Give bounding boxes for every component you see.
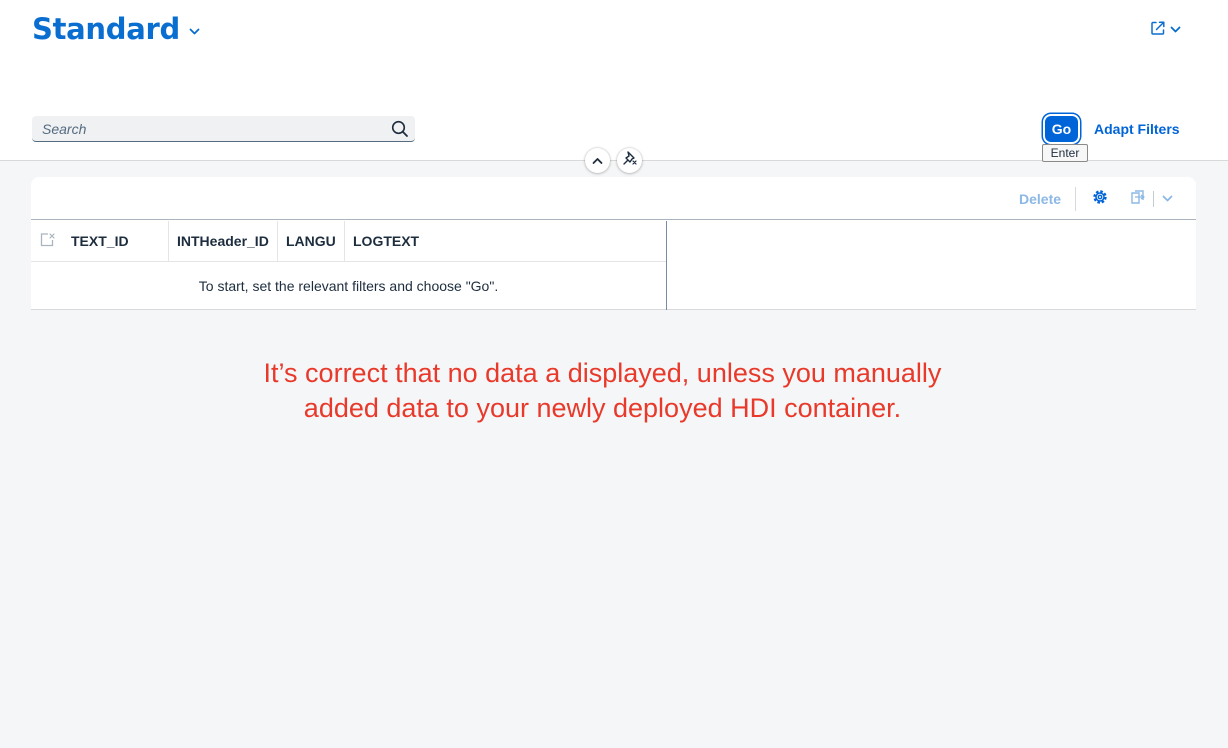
search-input[interactable] bbox=[32, 116, 385, 141]
chevron-up-icon bbox=[592, 152, 603, 170]
toolbar-separator bbox=[1075, 187, 1076, 211]
annotation-note: It’s correct that no data a displayed, u… bbox=[263, 358, 942, 423]
select-all-checkbox[interactable] bbox=[31, 221, 63, 261]
export-icon bbox=[1129, 188, 1147, 211]
column-header-text-id[interactable]: TEXT_ID bbox=[63, 221, 169, 261]
export-button[interactable] bbox=[1129, 189, 1183, 209]
share-button[interactable] bbox=[1150, 19, 1192, 41]
share-icon bbox=[1150, 20, 1166, 41]
data-table: TEXT_ID INTHeader_ID LANGU LOGTEXT To st… bbox=[31, 221, 667, 310]
variant-title: Standard bbox=[32, 12, 180, 46]
column-header-logtext[interactable]: LOGTEXT bbox=[345, 221, 666, 261]
select-all-icon bbox=[39, 232, 55, 251]
gear-icon bbox=[1091, 188, 1109, 211]
go-tooltip: Enter bbox=[1042, 144, 1088, 162]
chevron-down-icon[interactable] bbox=[1162, 190, 1173, 208]
table-card: Delete TEXT_ID INTHeader_ID LANGU LOGTEX… bbox=[31, 177, 1196, 310]
variant-selector[interactable]: Standard bbox=[32, 12, 200, 46]
column-header-langu[interactable]: LANGU bbox=[278, 221, 345, 261]
collapse-header-button[interactable] bbox=[585, 148, 610, 173]
filter-bar-header: Standard Go Adapt Filters bbox=[0, 0, 1228, 161]
table-header-row: TEXT_ID INTHeader_ID LANGU LOGTEXT bbox=[31, 221, 666, 262]
delete-button[interactable]: Delete bbox=[1019, 191, 1061, 207]
adapt-filters-button[interactable]: Adapt Filters bbox=[1094, 121, 1180, 137]
table-toolbar: Delete bbox=[31, 177, 1196, 220]
unpin-icon bbox=[622, 150, 638, 171]
split-divider bbox=[1153, 191, 1154, 207]
table-settings-button[interactable] bbox=[1089, 189, 1111, 209]
search-icon[interactable] bbox=[385, 116, 415, 142]
chevron-down-icon bbox=[189, 28, 200, 36]
no-data-message: To start, set the relevant filters and c… bbox=[198, 277, 499, 294]
search-field bbox=[32, 116, 415, 142]
chevron-down-icon bbox=[1170, 21, 1181, 39]
go-button[interactable]: Go bbox=[1045, 116, 1078, 142]
column-header-intheader-id[interactable]: INTHeader_ID bbox=[169, 221, 278, 261]
pin-header-button[interactable] bbox=[617, 148, 642, 173]
